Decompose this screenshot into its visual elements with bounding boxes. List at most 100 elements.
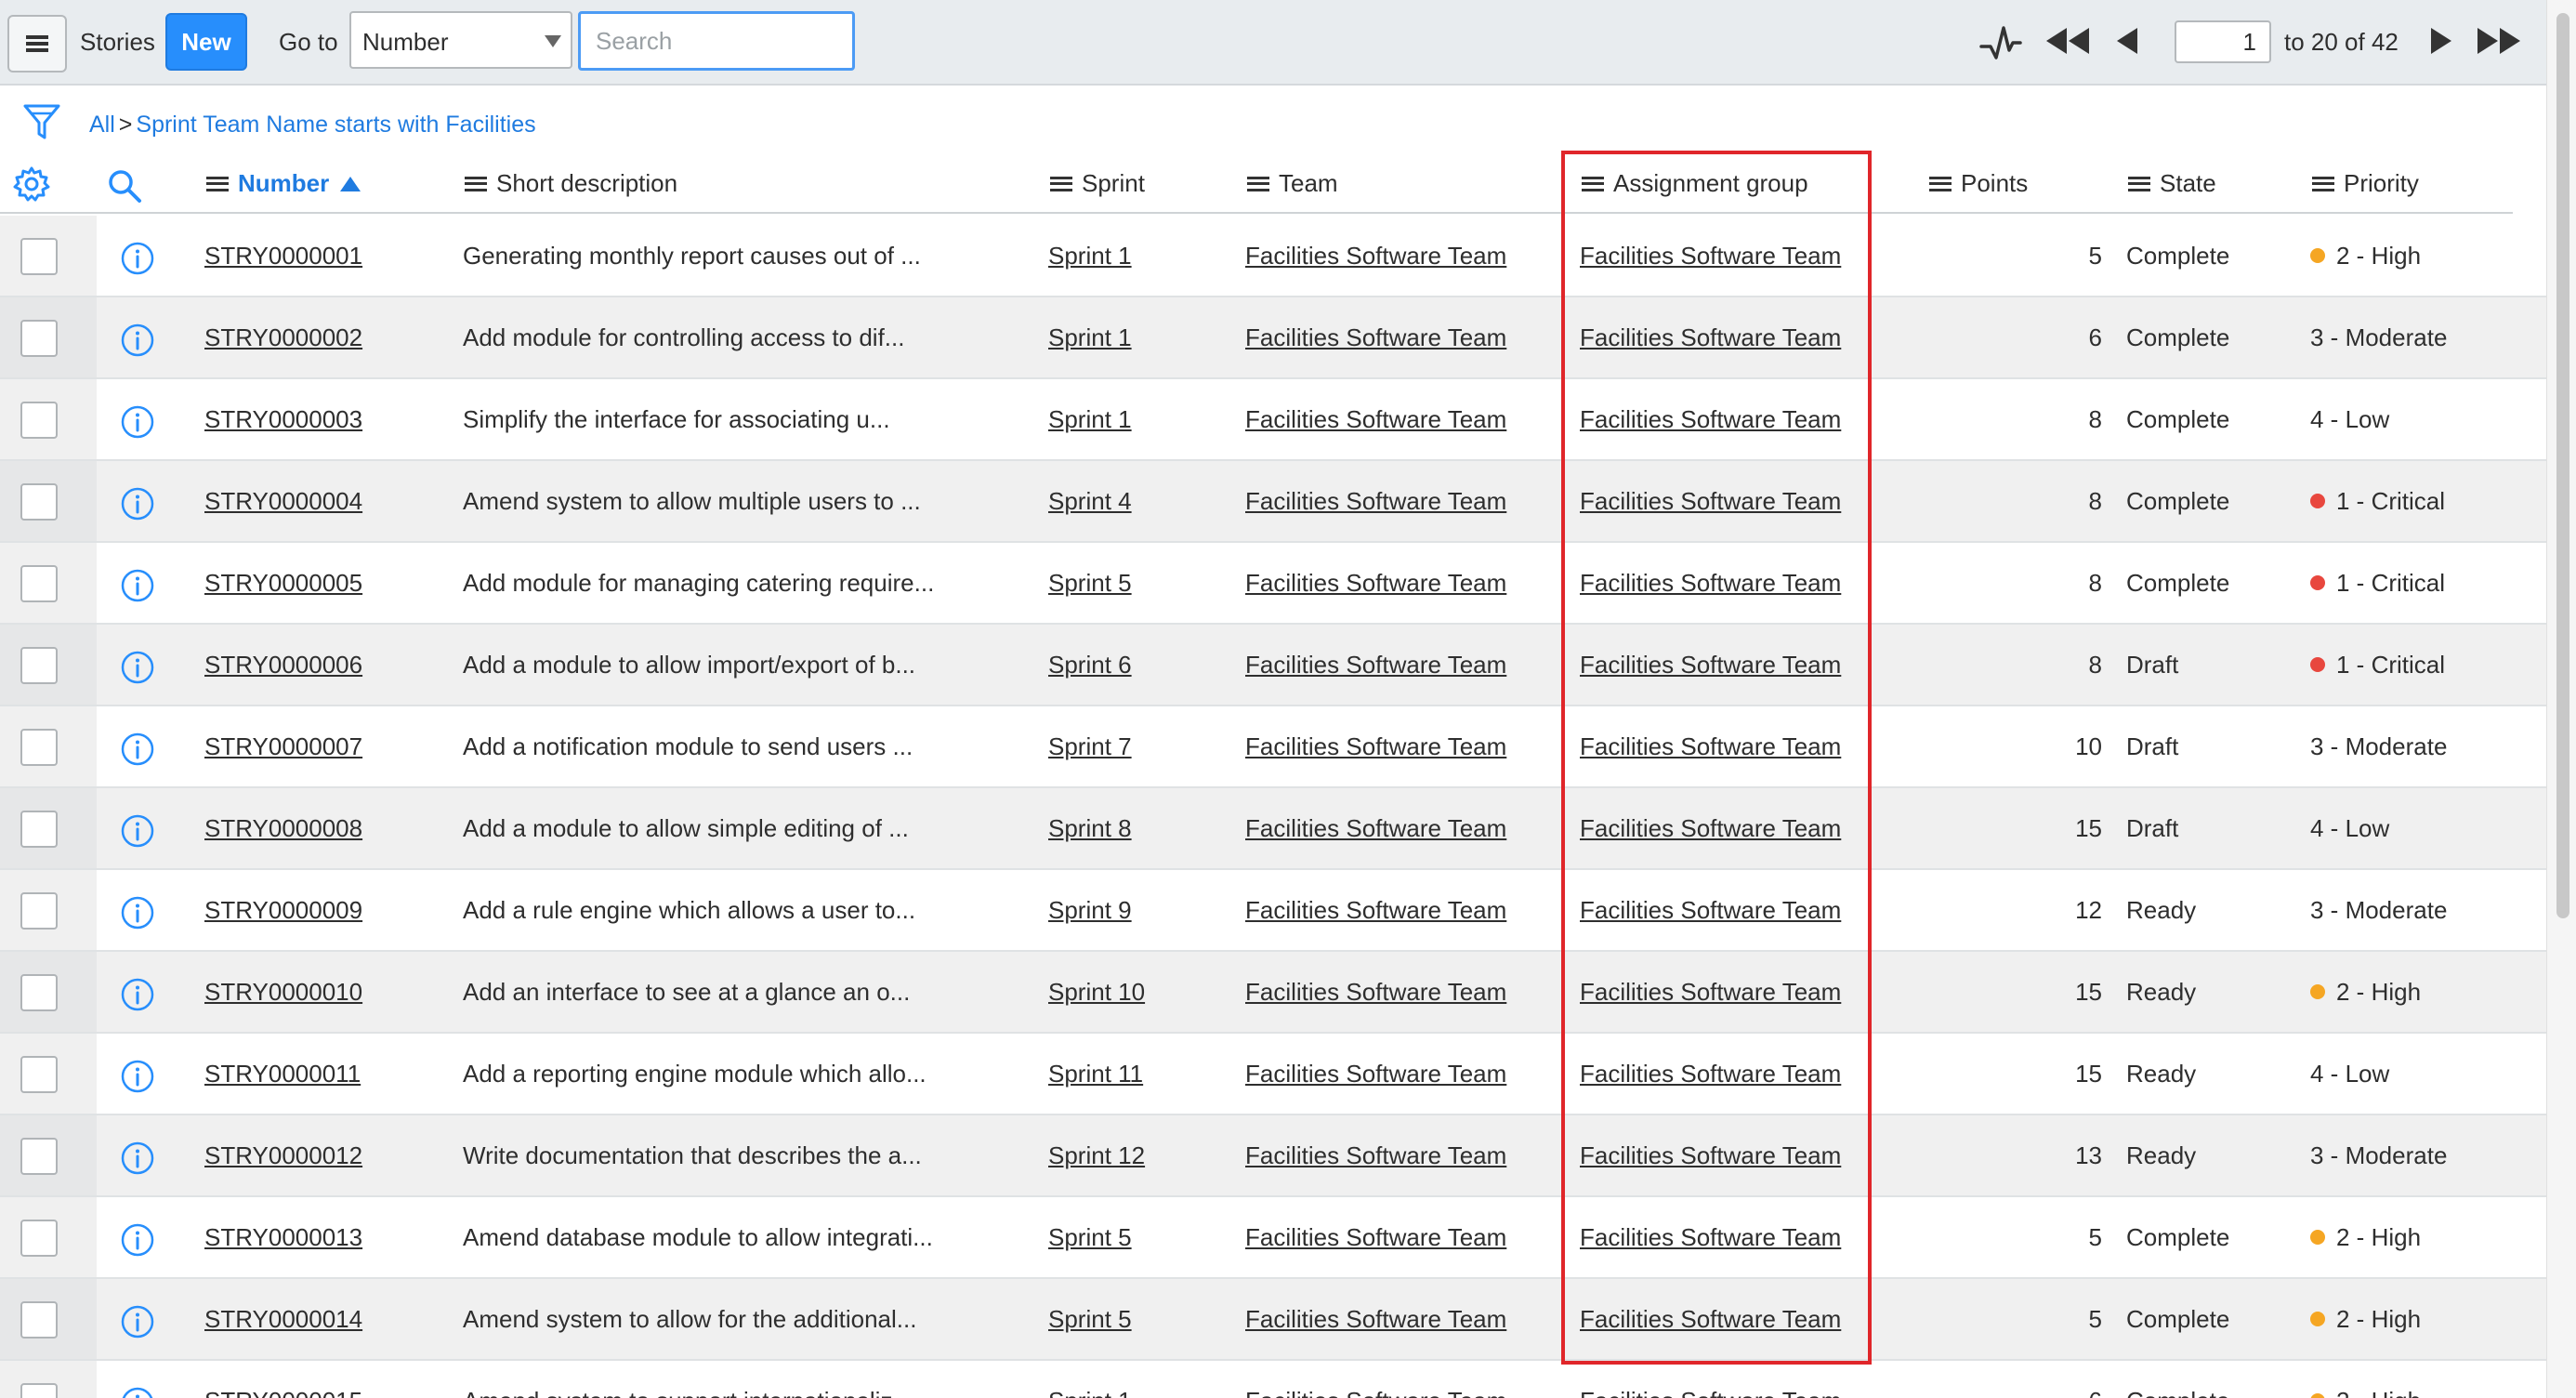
table-row[interactable]: STRY0000001 Generating monthly report cau… — [0, 216, 2546, 297]
row-checkbox[interactable] — [20, 1220, 58, 1257]
team-link[interactable]: Facilities Software Team — [1245, 978, 1506, 1007]
preview-info-icon[interactable] — [119, 976, 156, 1013]
sprint-link[interactable]: Sprint 1 — [1048, 405, 1132, 434]
column-header-points[interactable]: Points — [1929, 169, 2028, 198]
record-number-link[interactable]: STRY0000002 — [204, 323, 362, 352]
preview-info-icon[interactable] — [119, 403, 156, 441]
preview-info-icon[interactable] — [119, 1221, 156, 1259]
row-checkbox[interactable] — [20, 483, 58, 521]
assignment-group-link[interactable]: Facilities Software Team — [1580, 651, 1841, 679]
sprint-link[interactable]: Sprint 10 — [1048, 978, 1145, 1007]
sprint-link[interactable]: Sprint 8 — [1048, 814, 1132, 843]
assignment-group-link[interactable]: Facilities Software Team — [1580, 978, 1841, 1007]
record-number-link[interactable]: STRY0000013 — [204, 1223, 362, 1252]
preview-info-icon[interactable] — [119, 1140, 156, 1177]
preview-info-icon[interactable] — [119, 1058, 156, 1095]
table-row[interactable]: STRY0000008 Add a module to allow simple … — [0, 788, 2546, 870]
sprint-link[interactable]: Sprint 9 — [1048, 896, 1132, 925]
row-checkbox[interactable] — [20, 565, 58, 602]
table-row[interactable]: STRY0000011 Add a reporting engine module… — [0, 1034, 2546, 1115]
first-page-icon[interactable] — [2044, 26, 2091, 56]
row-checkbox[interactable] — [20, 647, 58, 684]
assignment-group-link[interactable]: Facilities Software Team — [1580, 323, 1841, 352]
record-number-link[interactable]: STRY0000001 — [204, 242, 362, 270]
preview-info-icon[interactable] — [119, 322, 156, 359]
table-row[interactable]: STRY0000013 Amend database module to allo… — [0, 1197, 2546, 1279]
column-menu-icon[interactable] — [1929, 176, 1952, 191]
column-menu-icon[interactable] — [2312, 176, 2334, 191]
column-header-short-description[interactable]: Short description — [465, 169, 677, 198]
new-button[interactable]: New — [165, 13, 247, 71]
sprint-link[interactable]: Sprint 12 — [1048, 1141, 1145, 1170]
search-input[interactable] — [578, 11, 855, 71]
column-menu-icon[interactable] — [1247, 176, 1269, 191]
column-header-sprint[interactable]: Sprint — [1050, 169, 1145, 198]
table-row[interactable]: STRY0000005 Add module for managing cater… — [0, 543, 2546, 625]
team-link[interactable]: Facilities Software Team — [1245, 1223, 1506, 1252]
team-link[interactable]: Facilities Software Team — [1245, 405, 1506, 434]
team-link[interactable]: Facilities Software Team — [1245, 569, 1506, 598]
last-page-icon[interactable] — [2476, 26, 2522, 56]
table-row[interactable]: STRY0000006 Add a module to allow import/… — [0, 625, 2546, 706]
assignment-group-link[interactable]: Facilities Software Team — [1580, 732, 1841, 761]
preview-info-icon[interactable] — [119, 1303, 156, 1340]
assignment-group-link[interactable]: Facilities Software Team — [1580, 1223, 1841, 1252]
row-checkbox[interactable] — [20, 402, 58, 439]
preview-info-icon[interactable] — [119, 649, 156, 686]
preview-info-icon[interactable] — [119, 485, 156, 522]
filter-icon[interactable] — [22, 102, 61, 143]
column-menu-icon[interactable] — [2128, 176, 2150, 191]
table-row[interactable]: STRY0000004 Amend system to allow multipl… — [0, 461, 2546, 543]
column-header-priority[interactable]: Priority — [2312, 169, 2419, 198]
row-checkbox[interactable] — [20, 729, 58, 766]
table-row[interactable]: STRY0000010 Add an interface to see at a … — [0, 952, 2546, 1034]
record-number-link[interactable]: STRY0000014 — [204, 1305, 362, 1334]
assignment-group-link[interactable]: Facilities Software Team — [1580, 1141, 1841, 1170]
team-link[interactable]: Facilities Software Team — [1245, 1141, 1506, 1170]
next-page-icon[interactable] — [2429, 26, 2453, 56]
assignment-group-link[interactable]: Facilities Software Team — [1580, 814, 1841, 843]
table-row[interactable]: STRY0000015 Amend system to support inter… — [0, 1361, 2546, 1398]
record-number-link[interactable]: STRY0000008 — [204, 814, 362, 843]
previous-page-icon[interactable] — [2115, 26, 2139, 56]
page-number-input[interactable] — [2175, 20, 2271, 63]
table-row[interactable]: STRY0000014 Amend system to allow for the… — [0, 1279, 2546, 1361]
row-checkbox[interactable] — [20, 1301, 58, 1339]
sprint-link[interactable]: Sprint 4 — [1048, 487, 1132, 516]
column-header-state[interactable]: State — [2128, 169, 2216, 198]
column-menu-icon[interactable] — [1582, 176, 1604, 191]
context-menu-button[interactable] — [7, 15, 67, 73]
preview-info-icon[interactable] — [119, 894, 156, 931]
table-row[interactable]: STRY0000002 Add module for controlling ac… — [0, 297, 2546, 379]
row-checkbox[interactable] — [20, 892, 58, 930]
assignment-group-link[interactable]: Facilities Software Team — [1580, 1060, 1841, 1088]
record-number-link[interactable]: STRY0000005 — [204, 569, 362, 598]
activity-stream-icon[interactable] — [1979, 22, 2022, 63]
preview-info-icon[interactable] — [119, 567, 156, 604]
assignment-group-link[interactable]: Facilities Software Team — [1580, 569, 1841, 598]
row-checkbox[interactable] — [20, 1056, 58, 1093]
row-checkbox[interactable] — [20, 974, 58, 1011]
sprint-link[interactable]: Sprint 11 — [1048, 1060, 1143, 1088]
goto-field-select[interactable]: Number — [349, 11, 572, 69]
record-number-link[interactable]: STRY0000007 — [204, 732, 362, 761]
column-header-assignment-group[interactable]: Assignment group — [1582, 169, 1808, 198]
team-link[interactable]: Facilities Software Team — [1245, 896, 1506, 925]
sprint-link[interactable]: Sprint 5 — [1048, 1223, 1132, 1252]
preview-info-icon[interactable] — [119, 240, 156, 277]
vertical-scrollbar[interactable] — [2546, 0, 2576, 1398]
row-checkbox[interactable] — [20, 1138, 58, 1175]
team-link[interactable]: Facilities Software Team — [1245, 732, 1506, 761]
column-header-number[interactable]: Number — [206, 169, 361, 198]
team-link[interactable]: Facilities Software Team — [1245, 814, 1506, 843]
row-checkbox[interactable] — [20, 1383, 58, 1398]
team-link[interactable]: Facilities Software Team — [1245, 1060, 1506, 1088]
preview-info-icon[interactable] — [119, 1385, 156, 1398]
record-number-link[interactable]: STRY0000003 — [204, 405, 362, 434]
row-checkbox[interactable] — [20, 320, 58, 357]
team-link[interactable]: Facilities Software Team — [1245, 487, 1506, 516]
table-row[interactable]: STRY0000012 Write documentation that desc… — [0, 1115, 2546, 1197]
sprint-link[interactable]: Sprint 1 — [1048, 323, 1132, 352]
record-number-link[interactable]: STRY0000006 — [204, 651, 362, 679]
sprint-link[interactable]: Sprint 1 — [1048, 242, 1132, 270]
